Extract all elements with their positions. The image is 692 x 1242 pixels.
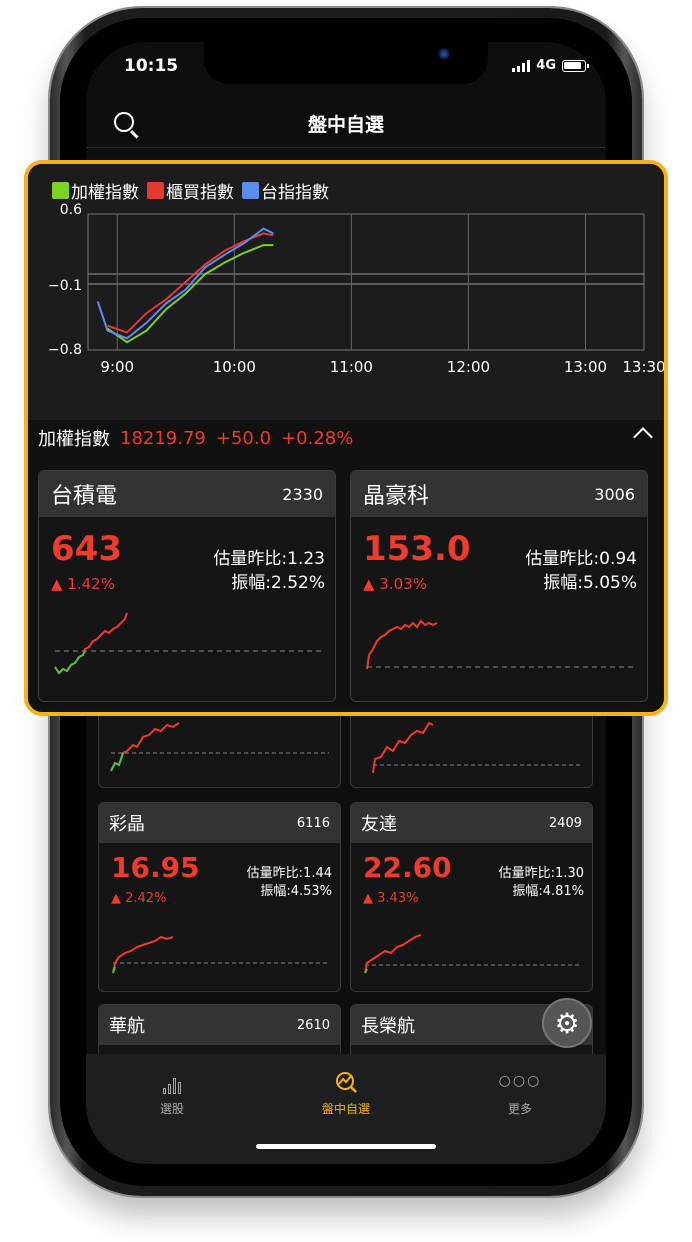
- sparkline: [110, 722, 329, 772]
- index-percent: +0.28%: [281, 427, 354, 449]
- stock-card-auo[interactable]: 友達 2409 22.60 ▲ 3.43% 估量昨比:1.30 振幅:4.81%: [350, 802, 593, 992]
- notch: [204, 42, 488, 84]
- x-tick-label: 13:30: [622, 358, 664, 376]
- x-tick-label: 10:00: [213, 358, 256, 376]
- stock-code: 2409: [548, 815, 582, 831]
- stock-price: 22.60: [363, 851, 452, 884]
- sparkline: [54, 612, 323, 675]
- stock-change-pct: ▲ 3.03%: [363, 575, 427, 593]
- sparkline: [366, 619, 635, 670]
- y-tick-label: −0.8: [48, 342, 82, 358]
- tab-label: 選股: [159, 1102, 184, 1116]
- amplitude: 振幅:4.53%: [260, 884, 332, 899]
- stock-code: 6116: [296, 815, 330, 831]
- card-header: 晶豪科 3006: [351, 471, 647, 517]
- tab-watchlist[interactable]: 盤中自選: [286, 1068, 406, 1117]
- chart-legend: 加權指數 櫃買指數 台指指數: [52, 178, 329, 203]
- bar-chart-icon: [112, 1068, 232, 1094]
- stock-change-pct: ▲ 1.42%: [51, 575, 115, 593]
- stock-card-caijing[interactable]: 彩晶 6116 16.95 ▲ 2.42% 估量昨比:1.44 振幅:4.53%: [98, 802, 341, 992]
- legend-item: 台指指數: [242, 178, 329, 203]
- stock-change-pct: ▲ 2.42%: [111, 891, 167, 906]
- x-tick-label: 13:00: [564, 358, 607, 376]
- amplitude: 振幅:4.81%: [512, 884, 584, 899]
- stock-price: 643: [51, 529, 122, 569]
- sparkline: [112, 935, 329, 974]
- stock-card-esmt[interactable]: 晶豪科 3006 153.0 ▲ 3.03% 估量昨比:0.94 振幅:5.05…: [350, 470, 648, 702]
- volume-ratio: 估量昨比:1.30: [498, 866, 584, 881]
- y-tick-label: −0.1: [48, 278, 82, 294]
- index-summary[interactable]: 加權指數 18219.79 +50.0 +0.28%: [38, 420, 658, 456]
- highlight-panel: 9:00 10:00 11:00 12:00 13:00 13:30 0.6 −0.1 −0.8…: [24, 160, 668, 716]
- index-name: 加權指數: [38, 429, 110, 450]
- battery-icon: [562, 59, 589, 72]
- card-header: 台積電 2330: [39, 471, 335, 517]
- app-header: 盤中自選: [86, 100, 606, 148]
- y-tick-label: 0.6: [60, 202, 82, 218]
- stock-change-pct: ▲ 3.43%: [363, 891, 419, 906]
- stock-name: 晶豪科: [363, 484, 430, 509]
- stock-price: 153.0: [363, 529, 471, 569]
- more-dots-icon: ○○○: [498, 1073, 542, 1089]
- stock-card-tsmc[interactable]: 台積電 2330 643 ▲ 1.42% 估量昨比:1.23 振幅:2.52%: [38, 470, 336, 702]
- stock-name: 台積電: [51, 484, 118, 509]
- legend-item: 加權指數: [52, 178, 139, 203]
- amplitude: 振幅:2.52%: [231, 573, 325, 593]
- sparkline: [364, 934, 581, 974]
- stock-name: 長榮航: [361, 1016, 415, 1037]
- index-change: +50.0: [215, 427, 272, 449]
- legend-swatch: [52, 182, 69, 199]
- plot-frame: [87, 213, 645, 351]
- card-header: 彩晶 6116: [99, 803, 340, 843]
- stock-price: 16.95: [111, 851, 200, 884]
- x-tick-label: 11:00: [330, 358, 373, 376]
- page-title: 盤中自選: [307, 114, 384, 136]
- tab-more[interactable]: ○○○ 更多: [460, 1068, 580, 1117]
- stock-stats: 估量昨比:0.94 振幅:5.05%: [525, 547, 637, 595]
- stock-stats: 估量昨比:1.23 振幅:2.52%: [213, 547, 325, 595]
- index-chart: 9:00 10:00 11:00 12:00 13:00 13:30 0.6 −0.1 −0.8…: [28, 164, 664, 420]
- stock-code: 2610: [296, 1017, 330, 1033]
- stock-code: 3006: [594, 484, 635, 504]
- index-value: 18219.79: [120, 427, 206, 449]
- sparkline: [372, 721, 581, 774]
- volume-ratio: 估量昨比:1.23: [213, 549, 325, 569]
- watchlist-chart-icon: [286, 1068, 406, 1094]
- tab-label: 盤中自選: [321, 1102, 370, 1116]
- stock-name: 華航: [109, 1016, 145, 1037]
- legend-label: 加權指數: [71, 183, 139, 203]
- tab-label: 更多: [507, 1102, 532, 1116]
- legend-label: 台指指數: [261, 183, 329, 203]
- card-header: 華航 2610: [99, 1005, 340, 1045]
- signal-icon: [512, 59, 531, 72]
- network-type: 4G: [536, 58, 556, 73]
- camera-icon: [438, 48, 450, 60]
- stock-stats: 估量昨比:1.30 振幅:4.81%: [499, 865, 584, 901]
- legend-item: 櫃買指數: [147, 178, 234, 203]
- gear-icon: ⚙: [554, 1006, 580, 1040]
- x-tick-label: 12:00: [447, 358, 490, 376]
- amplitude: 振幅:5.05%: [543, 573, 637, 593]
- stock-stats: 估量昨比:1.44 振幅:4.53%: [247, 865, 332, 901]
- settings-gear-button[interactable]: ⚙: [542, 998, 592, 1048]
- legend-swatch: [147, 182, 164, 199]
- x-tick-label: 9:00: [100, 358, 134, 376]
- series-line: [96, 227, 274, 340]
- status-indicators: 4G: [512, 58, 589, 73]
- status-time: 10:15: [124, 56, 179, 76]
- tab-stock-picker[interactable]: 選股: [112, 1068, 232, 1117]
- stock-name: 友達: [361, 814, 397, 835]
- volume-ratio: 估量昨比:0.94: [525, 549, 637, 569]
- home-indicator: [256, 1144, 436, 1149]
- stock-code: 2330: [282, 484, 323, 504]
- volume-ratio: 估量昨比:1.44: [246, 866, 332, 881]
- legend-label: 櫃買指數: [166, 183, 234, 203]
- stock-name: 彩晶: [109, 814, 145, 835]
- legend-swatch: [242, 182, 259, 199]
- card-header: 友達 2409: [351, 803, 592, 843]
